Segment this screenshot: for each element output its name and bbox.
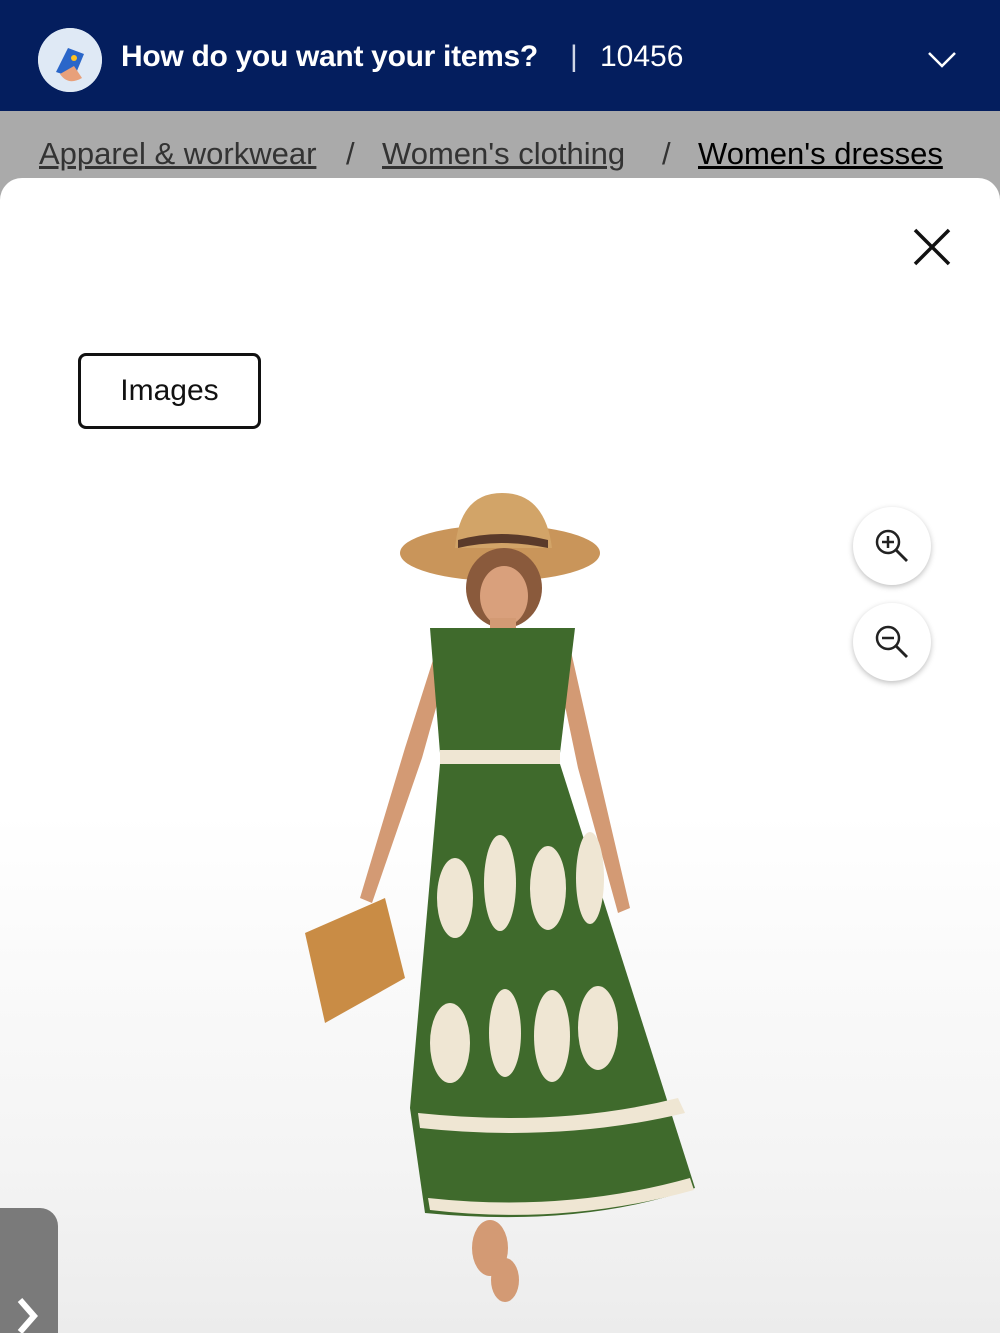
images-tab-button[interactable]: Images — [78, 353, 261, 429]
zoom-in-button[interactable] — [853, 507, 931, 585]
close-icon[interactable] — [905, 220, 959, 274]
breadcrumb-apparel[interactable]: Apparel & workwear — [39, 136, 316, 172]
header-separator: | — [570, 40, 578, 73]
next-image-tab[interactable] — [0, 1208, 58, 1334]
breadcrumb-womens-clothing[interactable]: Women's clothing — [382, 136, 625, 172]
zoom-in-icon — [875, 529, 908, 562]
zoom-out-icon — [875, 625, 908, 658]
breadcrumb-separator: / — [662, 136, 671, 171]
zip-code[interactable]: 10456 — [600, 40, 683, 74]
product-image[interactable] — [290, 488, 710, 1308]
breadcrumb-womens-dresses[interactable]: Women's dresses — [698, 136, 943, 172]
fulfillment-title[interactable]: How do you want your items? — [121, 40, 538, 74]
header-bar: How do you want your items? | 10456 — [0, 0, 1000, 111]
spark-phone-icon[interactable] — [38, 28, 102, 92]
breadcrumb-separator: / — [346, 136, 355, 171]
chevron-down-icon[interactable] — [925, 45, 959, 73]
zoom-out-button[interactable] — [853, 603, 931, 681]
chevron-right-icon — [17, 1298, 38, 1334]
